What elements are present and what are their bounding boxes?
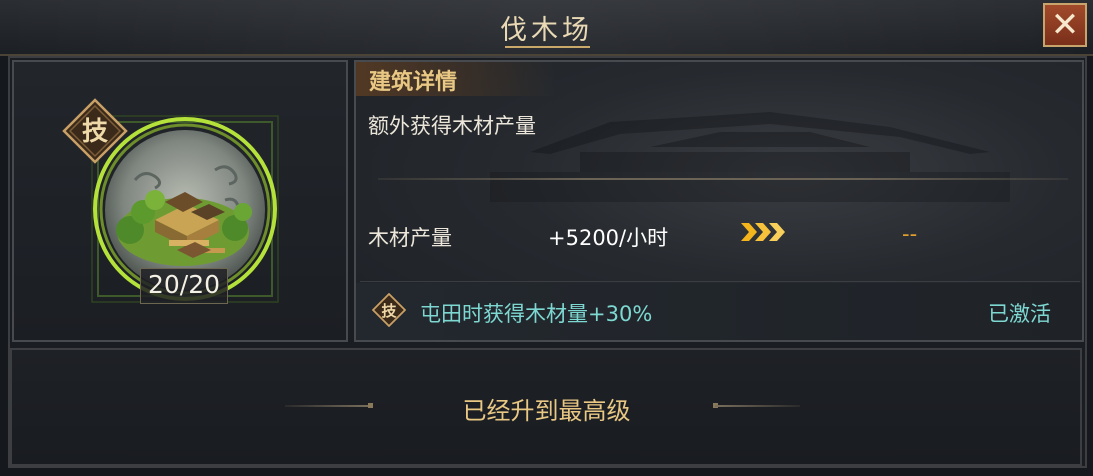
building-description: 额外获得木材产量 xyxy=(368,114,536,138)
building-level: 20/20 xyxy=(140,270,228,299)
level-max: 20 xyxy=(188,270,221,299)
footer-deco-line-right xyxy=(715,405,800,407)
close-icon: ✕ xyxy=(1050,5,1080,45)
tech-badge-icon: 技 xyxy=(62,98,128,164)
section-heading: 建筑详情 xyxy=(369,70,458,95)
level-current: 20 xyxy=(147,270,180,299)
max-level-message: 已经升到最高级 xyxy=(462,397,631,425)
tech-badge-char: 技 xyxy=(82,117,108,147)
palace-silhouette xyxy=(490,112,1010,202)
divider xyxy=(360,281,1080,282)
level-separator: / xyxy=(179,270,189,299)
skill-status: 已激活 xyxy=(988,302,1051,326)
skill-badge-icon: 技 xyxy=(372,293,406,327)
stat-current-value: +5200/小时 xyxy=(548,226,669,250)
chevrons-right-icon xyxy=(741,221,787,249)
close-button[interactable]: ✕ xyxy=(1043,3,1087,47)
skill-badge-char: 技 xyxy=(381,302,397,320)
divider xyxy=(378,178,1068,180)
stat-label: 木材产量 xyxy=(368,226,452,250)
stat-next-value: -- xyxy=(902,222,918,246)
skill-description: 屯田时获得木材量+30% xyxy=(420,302,653,326)
window-title: 伐木场 xyxy=(500,15,593,46)
title-underline xyxy=(505,46,590,48)
